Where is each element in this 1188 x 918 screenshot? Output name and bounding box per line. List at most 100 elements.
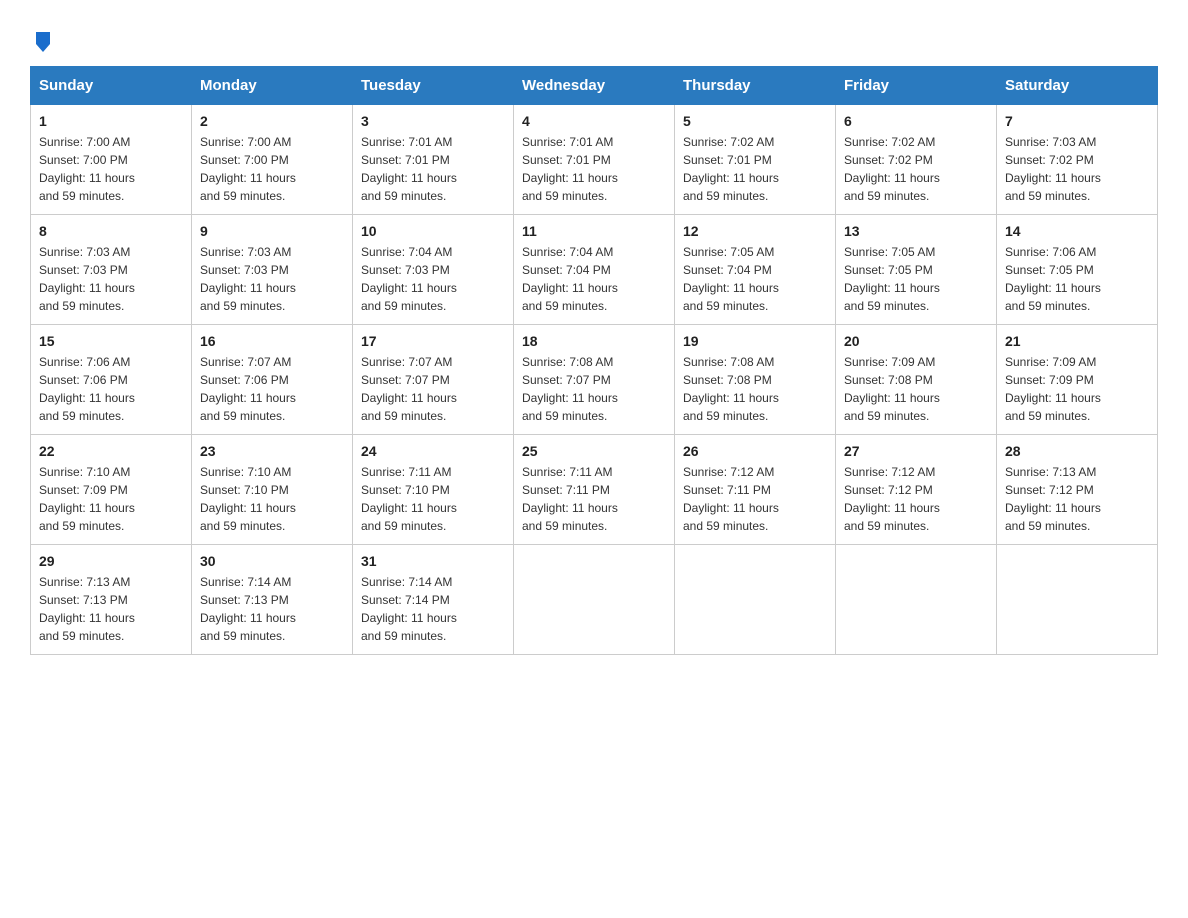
- weekday-header-friday: Friday: [836, 67, 997, 105]
- weekday-header-tuesday: Tuesday: [353, 67, 514, 105]
- calendar-cell: 8 Sunrise: 7:03 AMSunset: 7:03 PMDayligh…: [31, 215, 192, 325]
- day-number: 18: [522, 333, 666, 349]
- day-number: 26: [683, 443, 827, 459]
- day-number: 7: [1005, 113, 1149, 129]
- day-info: Sunrise: 7:07 AMSunset: 7:07 PMDaylight:…: [361, 355, 457, 423]
- calendar-cell: 7 Sunrise: 7:03 AMSunset: 7:02 PMDayligh…: [997, 105, 1158, 215]
- day-number: 16: [200, 333, 344, 349]
- calendar-cell: 4 Sunrise: 7:01 AMSunset: 7:01 PMDayligh…: [514, 105, 675, 215]
- day-info: Sunrise: 7:13 AMSunset: 7:12 PMDaylight:…: [1005, 465, 1101, 533]
- calendar-cell: 3 Sunrise: 7:01 AMSunset: 7:01 PMDayligh…: [353, 105, 514, 215]
- calendar-cell: 30 Sunrise: 7:14 AMSunset: 7:13 PMDaylig…: [192, 545, 353, 655]
- calendar-week-5: 29 Sunrise: 7:13 AMSunset: 7:13 PMDaylig…: [31, 545, 1158, 655]
- weekday-header-thursday: Thursday: [675, 67, 836, 105]
- calendar-week-3: 15 Sunrise: 7:06 AMSunset: 7:06 PMDaylig…: [31, 325, 1158, 435]
- calendar-week-1: 1 Sunrise: 7:00 AMSunset: 7:00 PMDayligh…: [31, 105, 1158, 215]
- day-number: 4: [522, 113, 666, 129]
- calendar-cell: 29 Sunrise: 7:13 AMSunset: 7:13 PMDaylig…: [31, 545, 192, 655]
- day-info: Sunrise: 7:11 AMSunset: 7:10 PMDaylight:…: [361, 465, 457, 533]
- day-info: Sunrise: 7:14 AMSunset: 7:14 PMDaylight:…: [361, 575, 457, 643]
- calendar-cell: 20 Sunrise: 7:09 AMSunset: 7:08 PMDaylig…: [836, 325, 997, 435]
- day-number: 9: [200, 223, 344, 239]
- page-header: [30, 30, 1158, 46]
- day-info: Sunrise: 7:01 AMSunset: 7:01 PMDaylight:…: [522, 135, 618, 203]
- day-info: Sunrise: 7:06 AMSunset: 7:05 PMDaylight:…: [1005, 245, 1101, 313]
- day-info: Sunrise: 7:09 AMSunset: 7:08 PMDaylight:…: [844, 355, 940, 423]
- day-number: 22: [39, 443, 183, 459]
- day-info: Sunrise: 7:11 AMSunset: 7:11 PMDaylight:…: [522, 465, 618, 533]
- calendar-cell: 11 Sunrise: 7:04 AMSunset: 7:04 PMDaylig…: [514, 215, 675, 325]
- day-number: 20: [844, 333, 988, 349]
- day-info: Sunrise: 7:12 AMSunset: 7:11 PMDaylight:…: [683, 465, 779, 533]
- calendar-cell: [836, 545, 997, 655]
- calendar-cell: 24 Sunrise: 7:11 AMSunset: 7:10 PMDaylig…: [353, 435, 514, 545]
- day-info: Sunrise: 7:04 AMSunset: 7:03 PMDaylight:…: [361, 245, 457, 313]
- day-number: 21: [1005, 333, 1149, 349]
- day-number: 23: [200, 443, 344, 459]
- calendar-cell: 14 Sunrise: 7:06 AMSunset: 7:05 PMDaylig…: [997, 215, 1158, 325]
- day-info: Sunrise: 7:06 AMSunset: 7:06 PMDaylight:…: [39, 355, 135, 423]
- calendar-cell: 16 Sunrise: 7:07 AMSunset: 7:06 PMDaylig…: [192, 325, 353, 435]
- day-number: 19: [683, 333, 827, 349]
- day-info: Sunrise: 7:07 AMSunset: 7:06 PMDaylight:…: [200, 355, 296, 423]
- day-info: Sunrise: 7:01 AMSunset: 7:01 PMDaylight:…: [361, 135, 457, 203]
- day-info: Sunrise: 7:08 AMSunset: 7:07 PMDaylight:…: [522, 355, 618, 423]
- day-info: Sunrise: 7:02 AMSunset: 7:01 PMDaylight:…: [683, 135, 779, 203]
- day-number: 17: [361, 333, 505, 349]
- calendar-week-4: 22 Sunrise: 7:10 AMSunset: 7:09 PMDaylig…: [31, 435, 1158, 545]
- day-number: 3: [361, 113, 505, 129]
- day-number: 15: [39, 333, 183, 349]
- day-number: 24: [361, 443, 505, 459]
- day-info: Sunrise: 7:05 AMSunset: 7:04 PMDaylight:…: [683, 245, 779, 313]
- day-info: Sunrise: 7:12 AMSunset: 7:12 PMDaylight:…: [844, 465, 940, 533]
- weekday-header-monday: Monday: [192, 67, 353, 105]
- calendar-cell: 10 Sunrise: 7:04 AMSunset: 7:03 PMDaylig…: [353, 215, 514, 325]
- day-number: 12: [683, 223, 827, 239]
- weekday-header-wednesday: Wednesday: [514, 67, 675, 105]
- calendar-cell: [514, 545, 675, 655]
- logo-arrow-icon: [32, 30, 54, 52]
- day-info: Sunrise: 7:13 AMSunset: 7:13 PMDaylight:…: [39, 575, 135, 643]
- day-info: Sunrise: 7:03 AMSunset: 7:03 PMDaylight:…: [39, 245, 135, 313]
- day-info: Sunrise: 7:08 AMSunset: 7:08 PMDaylight:…: [683, 355, 779, 423]
- day-info: Sunrise: 7:14 AMSunset: 7:13 PMDaylight:…: [200, 575, 296, 643]
- day-number: 28: [1005, 443, 1149, 459]
- day-info: Sunrise: 7:10 AMSunset: 7:10 PMDaylight:…: [200, 465, 296, 533]
- calendar-cell: 2 Sunrise: 7:00 AMSunset: 7:00 PMDayligh…: [192, 105, 353, 215]
- calendar-cell: 6 Sunrise: 7:02 AMSunset: 7:02 PMDayligh…: [836, 105, 997, 215]
- day-number: 10: [361, 223, 505, 239]
- calendar-cell: 5 Sunrise: 7:02 AMSunset: 7:01 PMDayligh…: [675, 105, 836, 215]
- calendar-cell: [997, 545, 1158, 655]
- calendar-cell: 9 Sunrise: 7:03 AMSunset: 7:03 PMDayligh…: [192, 215, 353, 325]
- day-info: Sunrise: 7:04 AMSunset: 7:04 PMDaylight:…: [522, 245, 618, 313]
- day-info: Sunrise: 7:05 AMSunset: 7:05 PMDaylight:…: [844, 245, 940, 313]
- calendar-cell: 26 Sunrise: 7:12 AMSunset: 7:11 PMDaylig…: [675, 435, 836, 545]
- day-info: Sunrise: 7:02 AMSunset: 7:02 PMDaylight:…: [844, 135, 940, 203]
- day-number: 30: [200, 553, 344, 569]
- day-number: 8: [39, 223, 183, 239]
- day-info: Sunrise: 7:00 AMSunset: 7:00 PMDaylight:…: [39, 135, 135, 203]
- calendar-table: SundayMondayTuesdayWednesdayThursdayFrid…: [30, 66, 1158, 655]
- day-number: 13: [844, 223, 988, 239]
- day-info: Sunrise: 7:10 AMSunset: 7:09 PMDaylight:…: [39, 465, 135, 533]
- weekday-header-sunday: Sunday: [31, 67, 192, 105]
- calendar-cell: 17 Sunrise: 7:07 AMSunset: 7:07 PMDaylig…: [353, 325, 514, 435]
- day-number: 31: [361, 553, 505, 569]
- calendar-cell: 15 Sunrise: 7:06 AMSunset: 7:06 PMDaylig…: [31, 325, 192, 435]
- day-number: 14: [1005, 223, 1149, 239]
- calendar-cell: 27 Sunrise: 7:12 AMSunset: 7:12 PMDaylig…: [836, 435, 997, 545]
- day-number: 25: [522, 443, 666, 459]
- calendar-week-2: 8 Sunrise: 7:03 AMSunset: 7:03 PMDayligh…: [31, 215, 1158, 325]
- day-number: 11: [522, 223, 666, 239]
- calendar-cell: [675, 545, 836, 655]
- calendar-cell: 31 Sunrise: 7:14 AMSunset: 7:14 PMDaylig…: [353, 545, 514, 655]
- day-number: 6: [844, 113, 988, 129]
- day-number: 29: [39, 553, 183, 569]
- calendar-cell: 22 Sunrise: 7:10 AMSunset: 7:09 PMDaylig…: [31, 435, 192, 545]
- day-info: Sunrise: 7:09 AMSunset: 7:09 PMDaylight:…: [1005, 355, 1101, 423]
- calendar-cell: 18 Sunrise: 7:08 AMSunset: 7:07 PMDaylig…: [514, 325, 675, 435]
- day-number: 1: [39, 113, 183, 129]
- calendar-cell: 25 Sunrise: 7:11 AMSunset: 7:11 PMDaylig…: [514, 435, 675, 545]
- weekday-header-saturday: Saturday: [997, 67, 1158, 105]
- day-number: 27: [844, 443, 988, 459]
